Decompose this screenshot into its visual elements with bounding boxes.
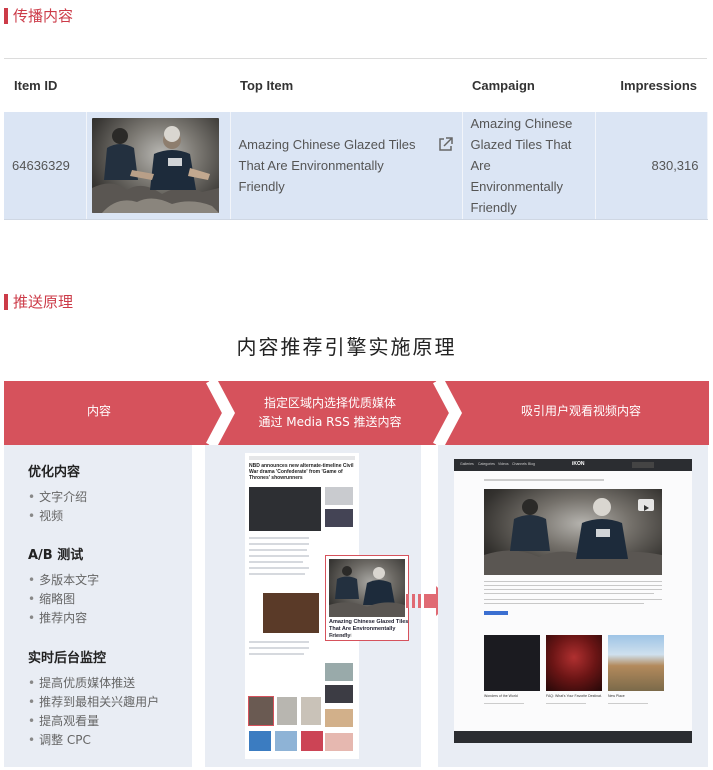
panel-publisher: NBD announces new alternate-timeline Civ…: [205, 445, 421, 767]
group-title-optimize: 优化内容: [28, 465, 81, 480]
section-heading-label: 推送原理: [13, 293, 74, 311]
section-heading-principle: 推送原理: [4, 291, 73, 312]
step-label-media-line2: 通过 Media RSS 推送内容: [258, 415, 402, 429]
col-header-top-item: Top Item: [230, 58, 462, 112]
play-icon[interactable]: [638, 499, 654, 511]
group-item: 文字介绍: [28, 488, 87, 505]
step-label-content: 内容: [86, 404, 111, 418]
section-heading-label: 传播内容: [13, 7, 74, 25]
publisher-headline: NBD announces new alternate-timeline Civ…: [249, 463, 354, 481]
external-link-icon[interactable]: [437, 136, 454, 197]
section-heading-spread: 传播内容: [4, 5, 73, 26]
group-item: 缩略图: [28, 590, 75, 607]
group-item: 提高观看量: [28, 712, 99, 729]
group-item: 推荐内容: [28, 609, 87, 626]
related-card-image[interactable]: [546, 635, 602, 691]
top-item-link[interactable]: Amazing Chinese Glazed Tiles That Are En…: [239, 134, 431, 197]
promo-image: [329, 559, 405, 617]
stats-table: Item ID Top Item Campaign Impressions 64…: [4, 58, 708, 220]
item-thumbnail-image[interactable]: [91, 117, 219, 213]
table-row: 64636329 Amazing Chinese Glazed Tiles Th…: [4, 111, 708, 220]
site-navbar: Galleries Categories Videos Channels Blo…: [454, 459, 692, 471]
nav-item[interactable]: Galleries: [460, 462, 474, 466]
group-item: 多版本文字: [28, 571, 99, 588]
col-header-item-id: Item ID: [4, 58, 86, 112]
related-card-title[interactable]: New Place: [608, 694, 664, 698]
nav-item[interactable]: Channels: [512, 462, 527, 466]
table-header-row: Item ID Top Item Campaign Impressions: [4, 58, 707, 112]
share-buttons[interactable]: [484, 611, 508, 615]
cell-thumbnail: [86, 111, 231, 220]
panel-video-site: Galleries Categories Videos Channels Blo…: [438, 445, 708, 767]
group-item: 视频: [28, 507, 63, 524]
headline-photo: [249, 487, 321, 531]
site-footer: [454, 731, 692, 743]
heading-bar: [4, 293, 8, 310]
cell-campaign: Amazing Chinese Glazed Tiles That Are En…: [462, 111, 596, 220]
promo-widget[interactable]: Amazing Chinese Glazed Tiles That Are En…: [325, 555, 409, 641]
heading-bar: [4, 7, 8, 24]
related-card-title[interactable]: FAQ: What's Your Favorite Destinat…: [546, 694, 602, 698]
related-card-title[interactable]: Wonders of the World: [484, 694, 540, 698]
nav-item[interactable]: Categories: [478, 462, 495, 466]
cell-impressions: 830,316: [595, 111, 708, 220]
related-card-image[interactable]: [484, 635, 540, 691]
col-header-impressions: Impressions: [595, 58, 707, 112]
group-item: 调整 CPC: [28, 731, 91, 748]
step-label-audience: 吸引用户观看视频内容: [520, 404, 641, 418]
group-title-ab-test: A/B 测试: [28, 548, 84, 563]
step-label-media: 指定区域内选择优质媒体 通过 Media RSS 推送内容: [230, 394, 430, 432]
promo-thumb-small: [248, 696, 274, 726]
panel-optimization: 优化内容 文字介绍 视频 A/B 测试 多版本文字 缩略图 推荐内容 实时后台监…: [4, 445, 192, 767]
article-photo: [263, 593, 319, 633]
search-input[interactable]: [632, 462, 654, 468]
cell-item-id: 64636329: [4, 111, 87, 220]
col-header-campaign: Campaign: [462, 58, 595, 112]
promo-source: Sina Travel: [329, 633, 352, 638]
group-item: 推荐到最相关兴趣用户: [28, 693, 159, 710]
col-header-thumbnail: [86, 58, 230, 112]
group-title-monitoring: 实时后台监控: [28, 651, 107, 666]
site-logo[interactable]: iKON: [572, 461, 585, 467]
related-card-image[interactable]: [608, 635, 664, 691]
video-site-mockup: Galleries Categories Videos Channels Blo…: [454, 459, 692, 743]
nav-item[interactable]: Videos: [498, 462, 509, 466]
diagram-title: 内容推荐引擎实施原理: [236, 335, 457, 359]
cell-top-item: Amazing Chinese Glazed Tiles That Are En…: [230, 111, 463, 220]
step-label-media-line1: 指定区域内选择优质媒体: [263, 396, 396, 410]
video-player[interactable]: [484, 489, 662, 575]
group-item: 提高优质媒体推送: [28, 674, 135, 691]
nav-item[interactable]: Blog: [528, 462, 535, 466]
